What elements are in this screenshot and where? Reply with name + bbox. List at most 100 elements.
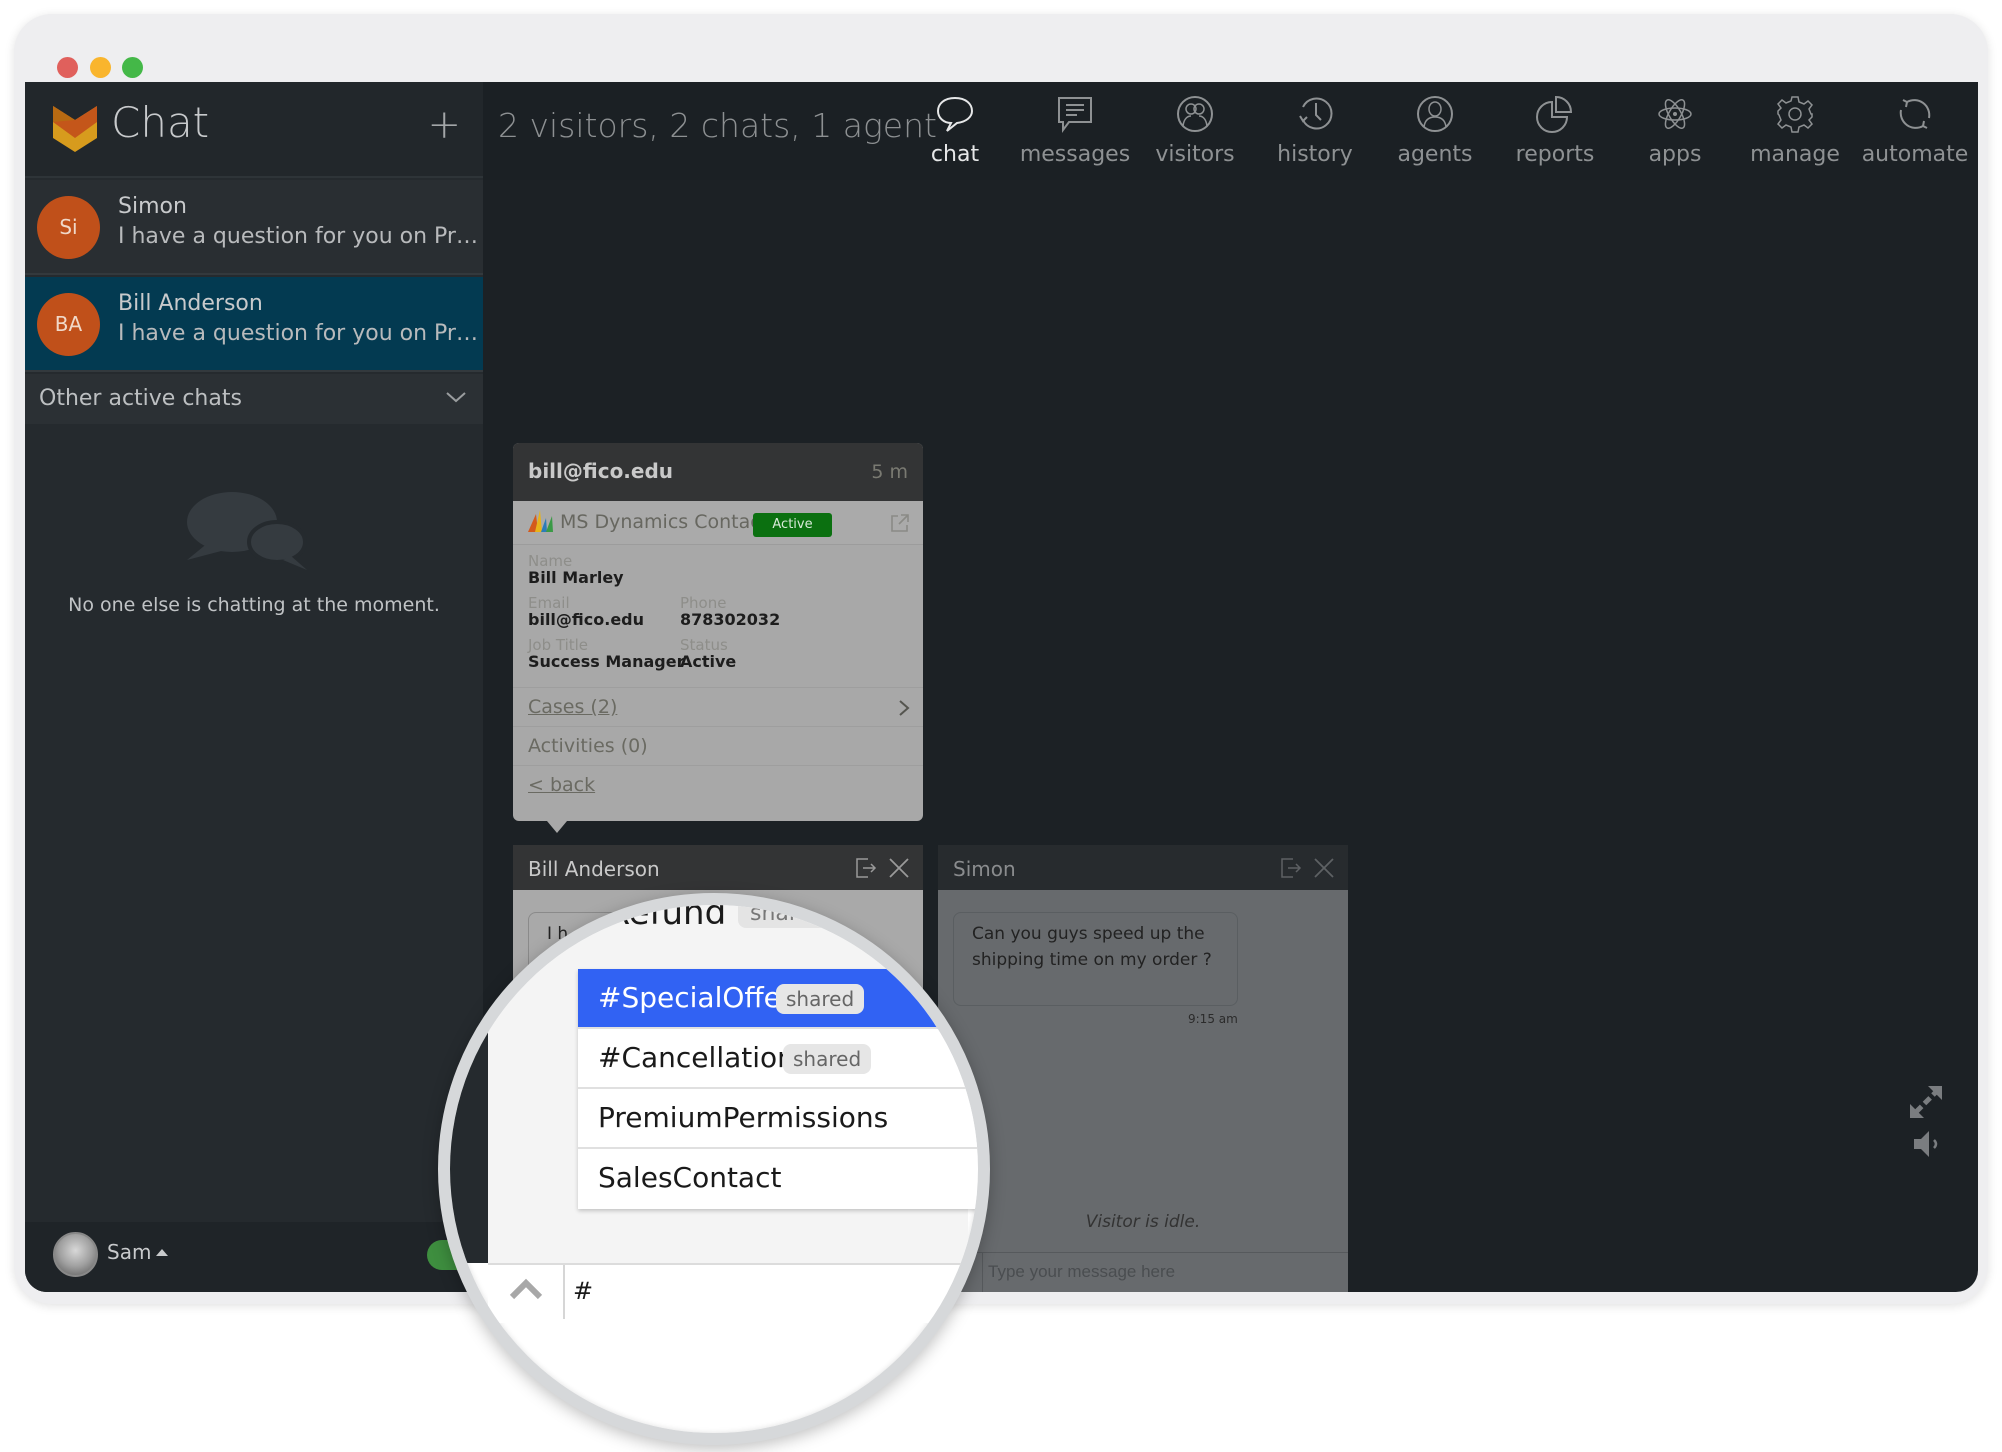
canned-responses-dropdown: #SpecialOffer shared #Cancellation share… bbox=[578, 969, 978, 1209]
nav-history[interactable]: history bbox=[1255, 82, 1375, 180]
canned-response-option[interactable]: SalesContact bbox=[578, 1149, 978, 1209]
crm-activities-label: Activities (0) bbox=[528, 735, 648, 757]
crm-header: bill@fico.edu 5 m bbox=[513, 443, 923, 501]
chat-window-title: Simon bbox=[953, 857, 1016, 881]
chevron-down-icon bbox=[446, 392, 466, 403]
canned-response-option[interactable]: PremiumPermissions bbox=[578, 1089, 978, 1149]
chat-list-item-selected[interactable]: BA Bill Anderson I have a question for y… bbox=[25, 277, 483, 372]
nav-label: history bbox=[1277, 142, 1353, 167]
external-link-icon[interactable] bbox=[889, 512, 911, 534]
nav-apps[interactable]: apps bbox=[1615, 82, 1735, 180]
message-timestamp: 9:15 am bbox=[1188, 1012, 1238, 1026]
chevron-up-icon[interactable] bbox=[508, 1277, 544, 1301]
composer-input[interactable] bbox=[573, 1271, 973, 1311]
empty-state-text: No one else is chatting at the moment. bbox=[68, 594, 440, 616]
crm-back-link[interactable]: < back bbox=[513, 765, 923, 804]
crm-field-phone: Phone 878302032 bbox=[680, 594, 781, 629]
new-chat-button[interactable]: + bbox=[427, 102, 461, 148]
canned-response-option[interactable]: #SpecialOffer shared bbox=[578, 969, 978, 1029]
crm-field-job-title: Job Title Success Manager bbox=[528, 636, 685, 671]
message-input[interactable] bbox=[988, 1253, 1338, 1291]
nav-agents[interactable]: agents bbox=[1375, 82, 1495, 180]
agent-icon bbox=[1417, 96, 1453, 132]
nav-label: visitors bbox=[1155, 142, 1235, 167]
divider bbox=[563, 1265, 565, 1319]
empty-state: No one else is chatting at the moment. bbox=[25, 424, 483, 724]
sidebar: Chat + Si Simon I have a question for yo… bbox=[25, 82, 487, 1292]
crm-cases-link[interactable]: Cases (2) bbox=[513, 687, 923, 726]
crm-time-ago: 5 m bbox=[871, 461, 908, 483]
fox-logo-icon bbox=[53, 106, 97, 152]
chat-window-simon: Simon Can you guys speed up the shipping… bbox=[938, 845, 1348, 1292]
canned-response-option[interactable]: #Cancellation shared bbox=[578, 1029, 978, 1089]
nav-messages[interactable]: messages bbox=[1015, 82, 1135, 180]
chat-message-text: Can you guys speed up the shipping time … bbox=[972, 924, 1212, 970]
close-window-button[interactable] bbox=[57, 57, 78, 78]
visitor-stats: 2 visitors, 2 chats, 1 agent bbox=[498, 106, 937, 145]
atom-icon bbox=[1658, 99, 1692, 129]
status-badge: Active bbox=[753, 513, 832, 537]
divider bbox=[982, 1253, 983, 1292]
chevron-right-icon bbox=[899, 700, 910, 716]
canned-response-label: #Cancellation bbox=[598, 1041, 795, 1074]
other-active-chats-toggle[interactable]: Other active chats bbox=[25, 374, 483, 424]
app-title: Chat bbox=[111, 98, 210, 147]
crm-back-label: < back bbox=[528, 774, 596, 796]
nav-label: chat bbox=[930, 142, 980, 167]
close-icon[interactable] bbox=[1312, 856, 1336, 880]
caret-up-icon bbox=[156, 1249, 169, 1256]
magnifier-lens: #Refund shared #SpecialOffer shared #Can… bbox=[438, 893, 990, 1445]
gear-icon bbox=[1777, 96, 1813, 133]
crm-field-status: Status Active bbox=[680, 636, 737, 671]
expand-icon[interactable] bbox=[1906, 1082, 1946, 1122]
crm-source-row: MS Dynamics Contact Active bbox=[513, 501, 923, 545]
chat-window-title: Bill Anderson bbox=[528, 857, 660, 881]
crm-cases-label: Cases (2) bbox=[528, 696, 618, 718]
nav-automate[interactable]: automate bbox=[1855, 82, 1975, 180]
maximize-window-button[interactable] bbox=[122, 57, 143, 78]
pie-chart-icon bbox=[1536, 95, 1573, 133]
user-footer: Sam bbox=[25, 1222, 487, 1292]
visitor-idle-status: Visitor is idle. bbox=[1085, 1212, 1201, 1232]
speaker-icon[interactable] bbox=[1906, 1124, 1946, 1164]
crm-field-email: Email bill@fico.edu bbox=[528, 594, 645, 629]
transfer-icon[interactable] bbox=[854, 856, 878, 880]
nav-label: agents bbox=[1397, 142, 1473, 167]
nav-label: apps bbox=[1648, 142, 1702, 167]
speech-bubble-icon bbox=[936, 96, 974, 132]
chat-window-header: Simon bbox=[938, 845, 1348, 890]
nav-visitors[interactable]: visitors bbox=[1135, 82, 1255, 180]
avatar: BA bbox=[37, 293, 100, 356]
nav-chat[interactable]: chat bbox=[895, 82, 1015, 180]
user-avatar[interactable] bbox=[53, 1232, 98, 1277]
magnified-view: #Refund shared #SpecialOffer shared #Can… bbox=[450, 905, 978, 1433]
nav-manage[interactable]: manage bbox=[1735, 82, 1855, 180]
magnified-composer bbox=[488, 1263, 978, 1323]
close-icon[interactable] bbox=[887, 856, 911, 880]
nav-label: automate bbox=[1861, 142, 1969, 167]
message-composer bbox=[938, 1252, 1348, 1292]
user-name: Sam bbox=[107, 1240, 152, 1264]
popup-pointer bbox=[547, 821, 567, 833]
chat-list-item[interactable]: Si Simon I have a question for you on Pr… bbox=[25, 180, 483, 275]
canned-response-label: SalesContact bbox=[598, 1161, 782, 1194]
chat-visitor-name: Simon bbox=[118, 194, 187, 219]
top-bar: 2 visitors, 2 chats, 1 agent chat messag… bbox=[483, 82, 1978, 180]
chat-visitor-name: Bill Anderson bbox=[118, 291, 263, 316]
shared-badge: shared bbox=[783, 1044, 872, 1074]
user-menu[interactable]: Sam bbox=[107, 1240, 169, 1264]
nav-reports[interactable]: reports bbox=[1495, 82, 1615, 180]
nav-label: reports bbox=[1515, 142, 1595, 167]
other-active-chats-label: Other active chats bbox=[39, 386, 242, 411]
shared-badge: shared bbox=[776, 984, 865, 1014]
ms-dynamics-logo-icon bbox=[528, 510, 553, 532]
chat-preview: I have a question for you on Pr… bbox=[118, 321, 478, 346]
minimize-window-button[interactable] bbox=[90, 57, 111, 78]
chat-window-body: Can you guys speed up the shipping time … bbox=[938, 890, 1348, 1292]
chat-window-header: Bill Anderson bbox=[513, 845, 923, 890]
refresh-icon bbox=[1899, 99, 1931, 129]
transfer-icon[interactable] bbox=[1279, 856, 1303, 880]
crm-activities-row[interactable]: Activities (0) bbox=[513, 726, 923, 765]
canned-response-label: PremiumPermissions bbox=[598, 1101, 889, 1134]
crm-source-label: MS Dynamics Contact bbox=[560, 511, 769, 533]
